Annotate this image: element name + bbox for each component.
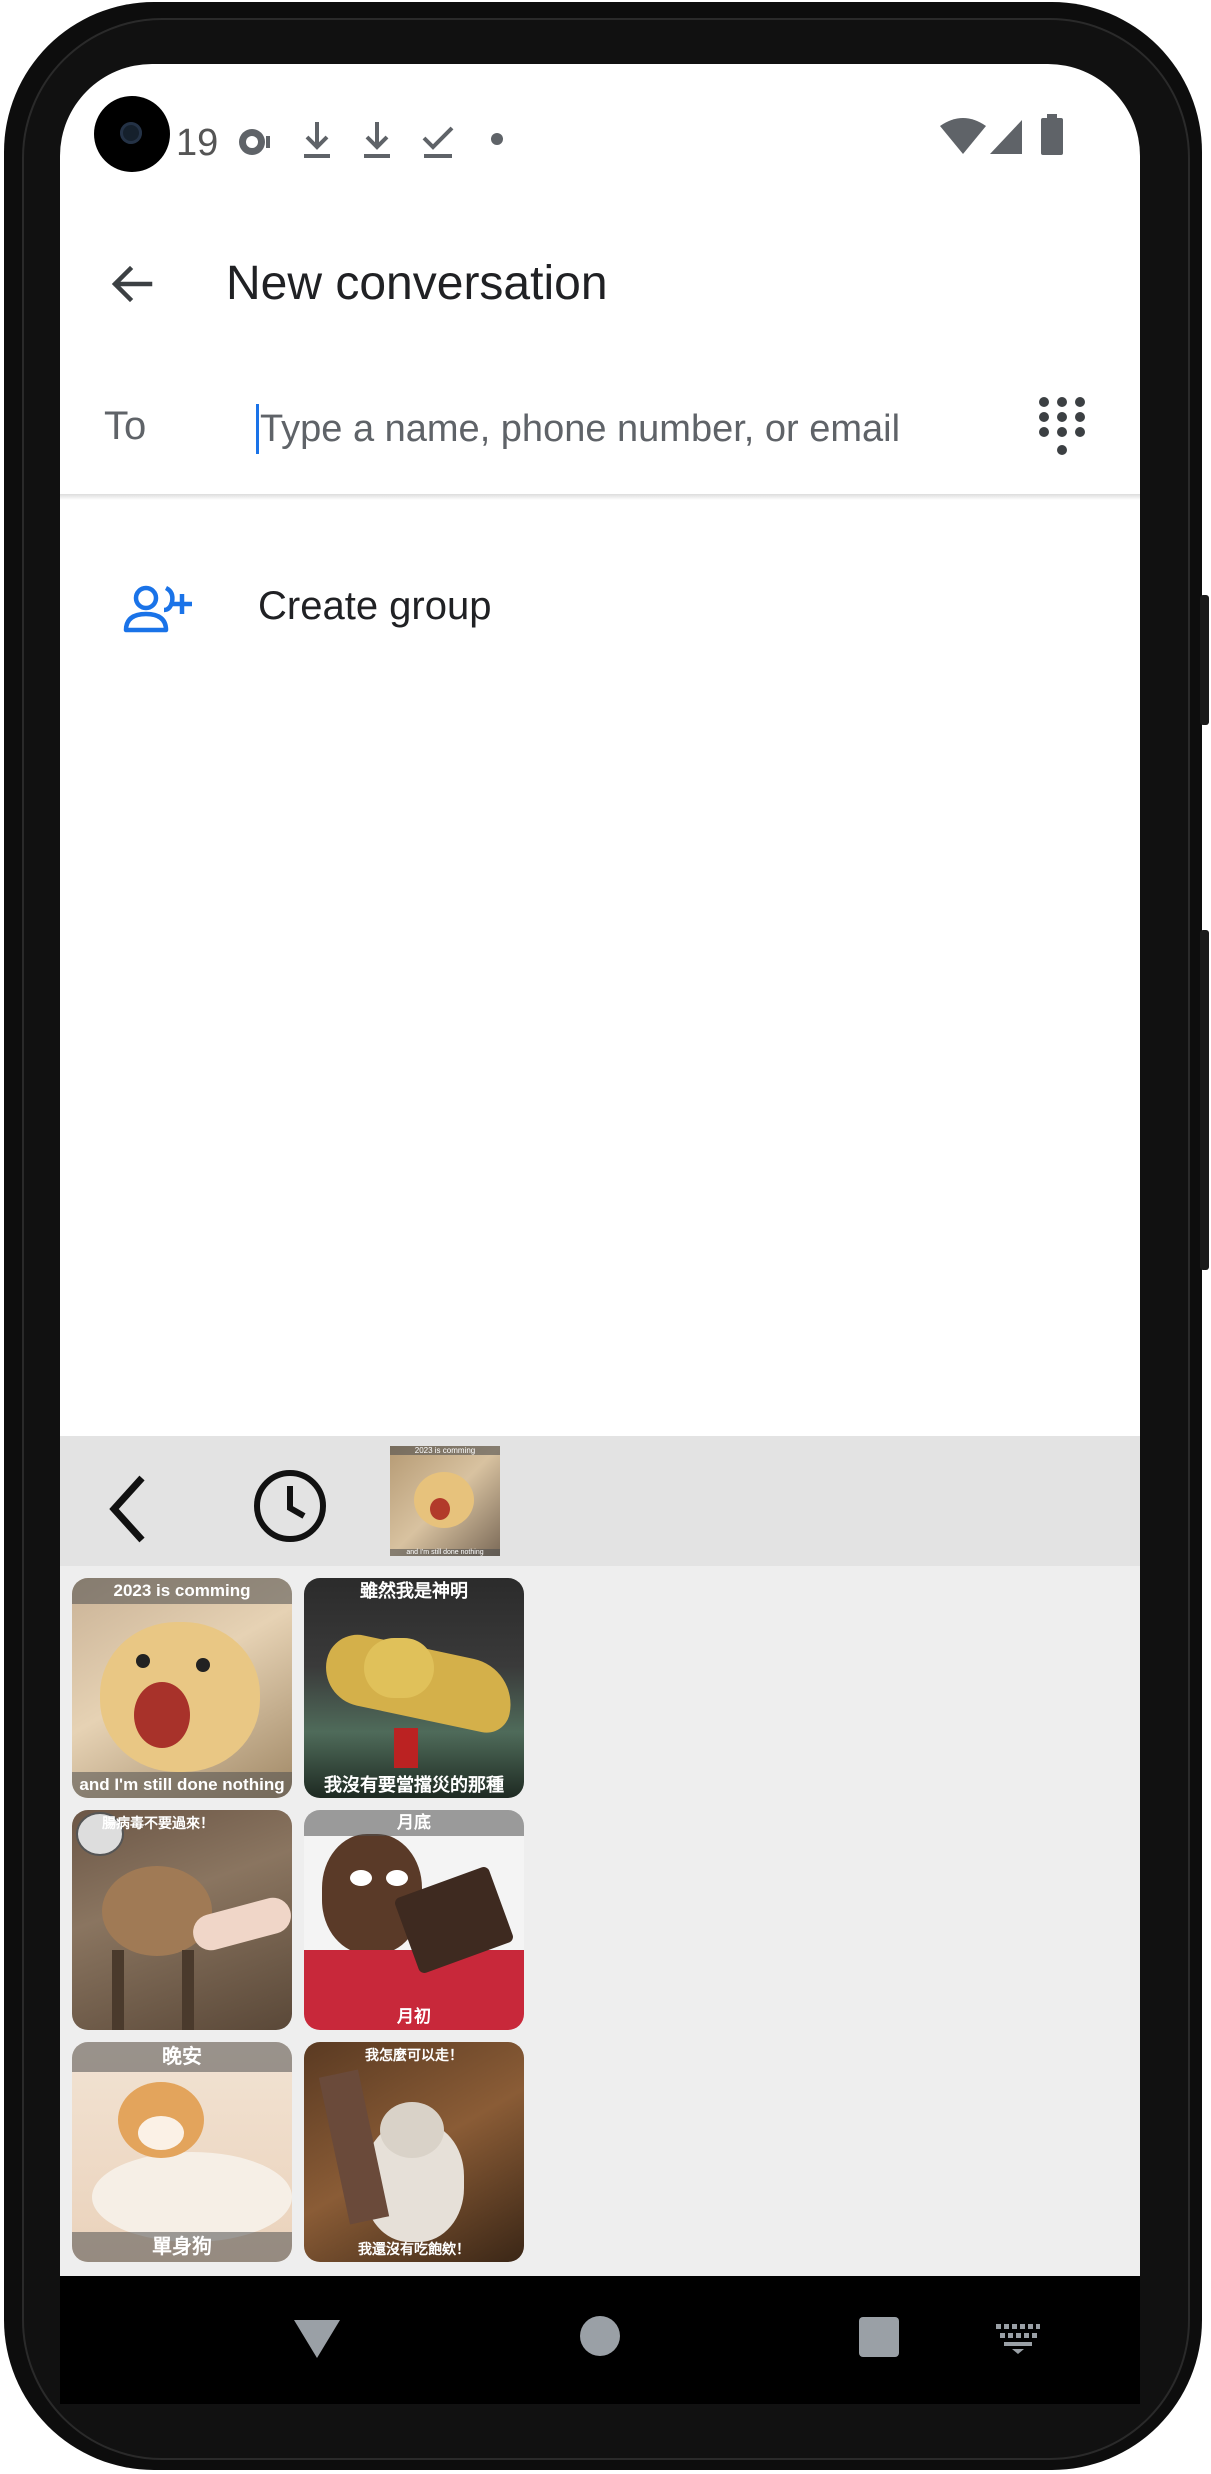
sticker-art — [92, 2152, 292, 2242]
power-button — [1200, 595, 1209, 725]
appbar-divider — [60, 494, 1140, 500]
clock-icon[interactable] — [252, 1468, 328, 1544]
chat-bubble-icon — [239, 129, 270, 155]
download-icon — [364, 122, 390, 158]
shiba-mouth — [430, 1498, 450, 1520]
sticker-art — [196, 1658, 210, 1672]
cellular-signal-icon — [990, 120, 1022, 154]
sticker-art — [394, 1728, 418, 1768]
create-group-label: Create group — [258, 584, 492, 628]
sticker-caption-top: 腸病毒不要過來！ — [102, 1815, 214, 1831]
sticker-caption-bottom: and I'm still done nothing — [72, 1772, 292, 1798]
sticker-keyboard: 2023 is comming and I'm still done nothi… — [60, 1436, 1140, 2404]
volume-button — [1200, 930, 1209, 1270]
sticker-item[interactable]: 月底 月初 — [304, 1810, 524, 2030]
chevron-left-icon[interactable] — [104, 1474, 154, 1544]
sticker-art — [134, 1682, 190, 1748]
sticker-item[interactable]: 2023 is comming and I'm still done nothi… — [72, 1578, 292, 1798]
text-cursor — [256, 404, 259, 454]
arrow-back-icon[interactable] — [108, 260, 156, 308]
recents-square-icon[interactable] — [858, 2316, 900, 2358]
sticker-item[interactable]: 晚安 單身狗 — [72, 2042, 292, 2262]
add-group-icon — [123, 585, 192, 633]
sticker-art — [364, 1638, 434, 1698]
sticker-art — [136, 1654, 150, 1668]
to-label: To — [104, 404, 147, 448]
download-icon — [304, 122, 330, 158]
back-triangle-icon[interactable] — [292, 2316, 342, 2360]
front-camera — [94, 96, 170, 172]
wifi-icon — [940, 118, 986, 154]
dialpad-icon[interactable] — [1036, 394, 1088, 460]
sticker-caption-bottom: 我沒有要當擋災的那種 — [324, 1775, 504, 1795]
sticker-pack-tab[interactable]: 2023 is comming and I'm still done nothi… — [390, 1446, 500, 1556]
sticker-caption-bottom: 我還沒有吃飽欸！ — [358, 2241, 470, 2257]
sticker-art — [350, 1870, 372, 1886]
sticker-caption-top: 月底 — [304, 1810, 524, 1836]
sticker-item[interactable]: 雖然我是神明 我沒有要當擋災的那種 — [304, 1578, 524, 1798]
page-title: New conversation — [226, 257, 608, 310]
sticker-caption-top: 2023 is comming — [72, 1578, 292, 1604]
keyboard-switch-icon[interactable] — [996, 2324, 1040, 2354]
sticker-item[interactable]: 我怎麼可以走！ 我還沒有吃飽欸！ — [304, 2042, 524, 2262]
pack-thumb-caption-bottom: and I'm still done nothing — [390, 1549, 500, 1556]
sticker-caption-top: 雖然我是神明 — [360, 1581, 468, 1601]
home-circle-icon[interactable] — [578, 2314, 622, 2358]
status-time: 19 — [176, 122, 219, 164]
sticker-caption-bottom: 單身狗 — [72, 2232, 292, 2262]
done-icon — [422, 126, 454, 158]
sticker-art — [386, 1870, 408, 1886]
sticker-tab-bar: 2023 is comming and I'm still done nothi… — [60, 1436, 1140, 1566]
navigation-bar — [60, 2276, 1140, 2404]
pack-thumb-caption-top: 2023 is comming — [390, 1446, 500, 1455]
sticker-art — [138, 2116, 184, 2150]
sticker-caption-top: 晚安 — [72, 2042, 292, 2072]
sticker-art — [380, 2102, 444, 2158]
sticker-item[interactable]: 腸病毒不要過來！ — [72, 1810, 292, 2030]
sticker-art — [112, 1950, 124, 2030]
sticker-art — [182, 1950, 194, 2030]
dot-icon — [491, 133, 503, 145]
recipient-input[interactable] — [260, 394, 1020, 464]
battery-icon — [1041, 114, 1063, 155]
sticker-caption-top: 我怎麼可以走！ — [365, 2047, 463, 2063]
status-bar: 19 — [60, 64, 1140, 214]
screen: 19 New conversation To Type a name, phon… — [60, 64, 1140, 2404]
create-group-row[interactable]: Create group — [60, 544, 1140, 674]
sticker-caption-bottom: 月初 — [397, 2007, 431, 2026]
